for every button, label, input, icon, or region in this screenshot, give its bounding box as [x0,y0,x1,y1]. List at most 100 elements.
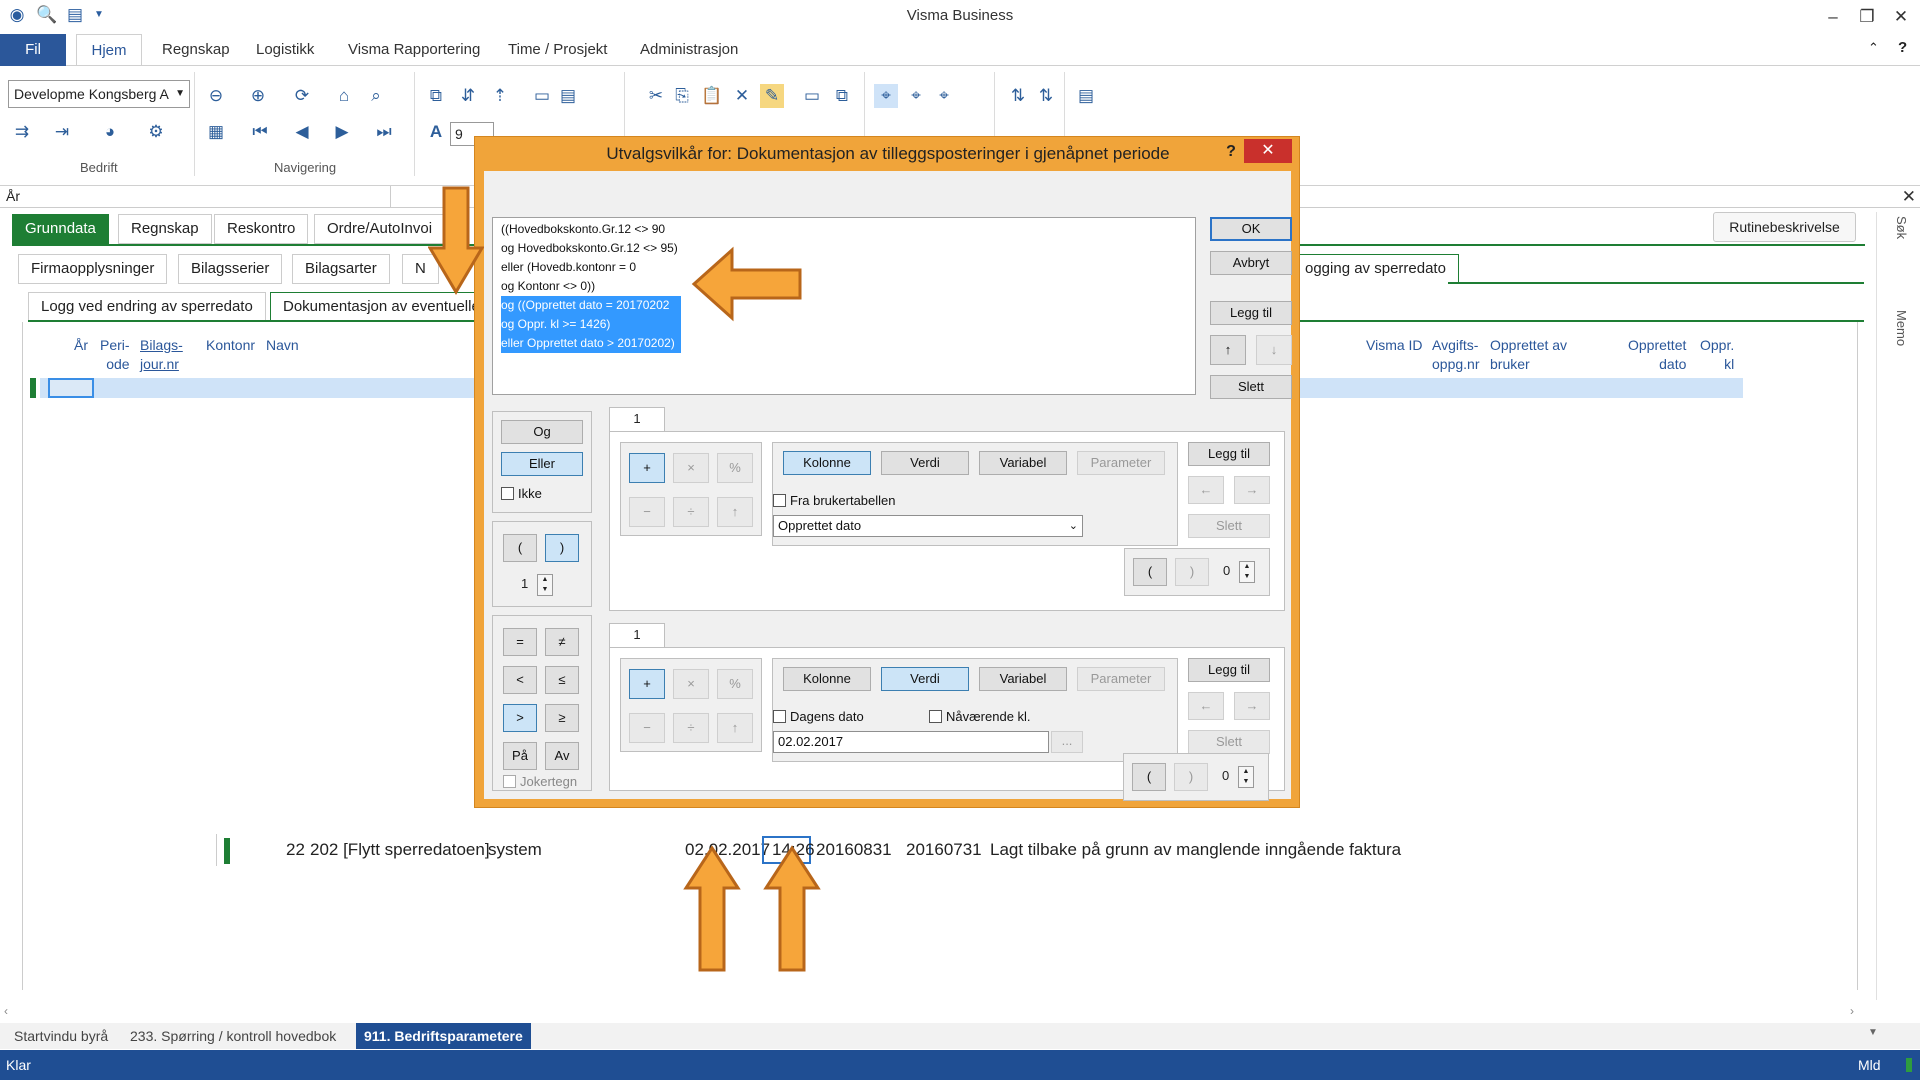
back-icon[interactable]: ⊖ [204,84,228,108]
percent-button[interactable]: % [717,669,753,699]
delete-criteria-button[interactable]: Slett [1210,375,1292,399]
mode-variabel-button[interactable]: Variabel [979,667,1067,691]
col-visma-id[interactable]: Visma ID [1366,336,1423,355]
scroll-right-icon[interactable]: › [1850,1004,1854,1018]
tab-regnskap[interactable]: Regnskap [152,34,240,66]
memo-label[interactable]: Memo [1894,310,1909,346]
less-than-button[interactable]: < [503,666,537,694]
save-record-icon[interactable]: ▭ [800,84,824,108]
binoculars-icon[interactable]: ⌖ [874,84,898,108]
open-paren-button[interactable]: ( [503,534,537,562]
copy-icon[interactable]: ⎘ [670,84,694,108]
paste-icon[interactable]: 📋 [700,84,724,108]
help-icon[interactable]: ? [1898,39,1907,56]
criteria-listbox[interactable]: ((Hovedbokskonto.Gr.12 <> 90 og Hovedbok… [492,217,1196,395]
criteria-line[interactable]: og Hovedbokskonto.Gr.12 <> 95) [501,239,678,258]
dialog-close-icon[interactable]: ✕ [1244,139,1292,163]
panel1-add-button[interactable]: Legg til [1188,442,1270,466]
horizontal-scrollbar[interactable]: ‹ › [0,1004,1870,1020]
col-year[interactable]: År [74,336,88,355]
tab-time-prosjekt[interactable]: Time / Prosjekt [498,34,617,66]
col-account[interactable]: Kontonr [206,336,255,355]
next-record-icon[interactable]: ▶ [330,120,354,144]
panel2-add-button[interactable]: Legg til [1188,658,1270,682]
panel2-tab[interactable]: 1 [609,623,665,647]
ok-button[interactable]: OK [1210,217,1292,241]
doc-tabs-dropdown-icon[interactable]: ▼ [1868,1027,1878,1038]
column-select[interactable]: Opprettet dato ⌄ [773,515,1083,537]
move-up-button[interactable]: ↑ [1210,335,1246,365]
forward-icon[interactable]: ⊕ [246,84,270,108]
chart-icon[interactable]: ◕ [98,120,122,144]
mode-parameter-button[interactable]: Parameter [1077,667,1165,691]
first-record-icon[interactable]: ⏮ [248,120,272,144]
dialog-help-button[interactable]: ? [1218,139,1244,165]
col-created-by[interactable]: Opprettet av bruker [1490,336,1567,374]
mode-kolonne-button[interactable]: Kolonne [783,451,871,475]
panel2-paren-spinner[interactable]: ▲ ▼ [1238,766,1254,788]
mode-variabel-button[interactable]: Variabel [979,451,1067,475]
on-button[interactable]: På [503,742,537,770]
tab-logistikk[interactable]: Logistikk [246,34,324,66]
col-created-date[interactable]: Opprettet dato [1628,336,1686,374]
panel2-close-paren[interactable]: ) [1174,763,1208,791]
move-up-icon[interactable]: ⇡ [488,84,512,108]
rutinebeskrivelse-button[interactable]: Rutinebeskrivelse [1713,212,1856,242]
criteria-line[interactable]: eller (Hovedb.kontonr = 0 [501,258,636,277]
paren-count-spinner[interactable]: ▲ ▼ [537,574,553,596]
scroll-left-icon[interactable]: ‹ [4,1004,8,1018]
panel1-paren-spinner[interactable]: ▲ ▼ [1239,561,1255,583]
todays-date-checkbox[interactable]: Dagens dato [773,709,864,725]
power-button[interactable]: ↑ [717,713,753,743]
tab-fil[interactable]: Fil [0,34,66,66]
move-down-button[interactable]: ↓ [1256,335,1292,365]
tab-bilagsserier[interactable]: Bilagsserier [178,254,283,284]
home-icon[interactable]: ⌂ [332,84,356,108]
panel1-tab[interactable]: 1 [609,407,665,431]
doc-tab-bedriftsparametere[interactable]: 911. Bedriftsparametere [356,1023,531,1049]
clear-find-icon[interactable]: ⌖ [932,84,956,108]
mode-parameter-button[interactable]: Parameter [1077,451,1165,475]
table-icon[interactable]: ▦ [204,120,228,144]
tab-reskontro[interactable]: Reskontro [214,214,309,244]
mode-verdi-button[interactable]: Verdi [881,667,969,691]
tab-administrasjon[interactable]: Administrasjon [630,34,748,66]
minus-button[interactable]: − [629,713,665,743]
col-name[interactable]: Navn [266,336,299,355]
greater-equal-button[interactable]: ≥ [545,704,579,732]
vertical-scrollbar[interactable] [1876,212,1890,1000]
previous-record-icon[interactable]: ◀ [290,120,314,144]
collapse-ribbon-icon[interactable]: ⌃ [1868,40,1879,56]
criteria-line[interactable]: ((Hovedbokskonto.Gr.12 <> 90 [501,220,665,239]
refresh-icon[interactable]: ⟳ [290,84,314,108]
tab-regnskap-main[interactable]: Regnskap [118,214,212,244]
font-icon[interactable]: A [424,120,448,144]
last-record-icon[interactable]: ⏭ [372,120,396,144]
value-input[interactable]: 02.02.2017 [773,731,1049,753]
minus-button[interactable]: − [629,497,665,527]
sort-descending-icon[interactable]: ⇅ [1034,84,1058,108]
selected-cell[interactable] [48,378,94,398]
delete-icon[interactable]: ✕ [730,84,754,108]
criteria-line-selected[interactable]: og Oppr. kl >= 1426) [501,315,681,334]
close-paren-button[interactable]: ) [545,534,579,562]
divide-button[interactable]: ÷ [673,497,709,527]
criteria-line-selected[interactable]: eller Opprettet dato > 20170202) [501,334,681,353]
plus-button[interactable]: + [629,453,665,483]
not-checkbox[interactable]: Ikke [501,486,542,502]
panel1-delete-button[interactable]: Slett [1188,514,1270,538]
off-button[interactable]: Av [545,742,579,770]
current-time-checkbox[interactable]: Nåværende kl. [929,709,1031,725]
tab-bilagsarter[interactable]: Bilagsarter [292,254,390,284]
doc-tab-startvindu[interactable]: Startvindu byrå [6,1023,116,1049]
from-user-table-checkbox[interactable]: Fra brukertabellen [773,493,896,509]
greater-than-button[interactable]: > [503,704,537,732]
restore-icon[interactable]: ❐ [1852,4,1882,30]
panel2-left-button[interactable]: ← [1188,692,1224,720]
tab-firmaopplysninger[interactable]: Firmaopplysninger [18,254,168,284]
add-criteria-button[interactable]: Legg til [1210,301,1292,325]
doc-tab-sporring[interactable]: 233. Spørring / kontroll hovedbok [122,1023,344,1049]
find-next-icon[interactable]: ⌖ [904,84,928,108]
divide-button[interactable]: ÷ [673,713,709,743]
panel1-left-button[interactable]: ← [1188,476,1224,504]
